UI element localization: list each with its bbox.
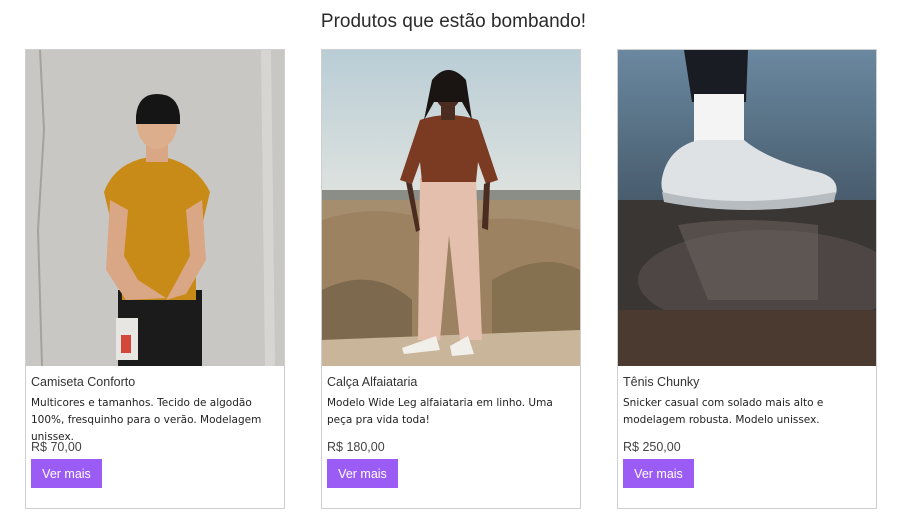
product-description: Multicores e tamanhos. Tecido de algodão… — [31, 397, 262, 443]
ver-mais-button[interactable]: Ver mais — [31, 459, 102, 488]
product-price: R$ 250,00 — [623, 440, 681, 454]
product-image — [322, 50, 580, 366]
product-card: Camiseta Conforto Multicores e tamanhos.… — [25, 49, 285, 509]
product-card: Tênis Chunky Snicker casual com solado m… — [617, 49, 877, 509]
product-price: R$ 180,00 — [327, 440, 385, 454]
product-name: Camiseta Conforto — [31, 375, 136, 389]
product-name: Calça Alfaiataria — [327, 375, 418, 389]
ver-mais-button[interactable]: Ver mais — [623, 459, 694, 488]
product-description: Modelo Wide Leg alfaiataria em linho. Um… — [327, 397, 553, 426]
section-title: Produtos que estão bombando! — [320, 11, 587, 32]
product-price: R$ 70,00 — [31, 440, 82, 454]
ver-mais-button[interactable]: Ver mais — [327, 459, 398, 488]
product-name: Tênis Chunky — [623, 375, 700, 389]
product-image — [618, 50, 876, 366]
product-description: Snicker casual com solado mais alto e mo… — [623, 397, 824, 426]
product-image — [26, 50, 284, 366]
product-card: Calça Alfaiataria Modelo Wide Leg alfaia… — [321, 49, 581, 509]
